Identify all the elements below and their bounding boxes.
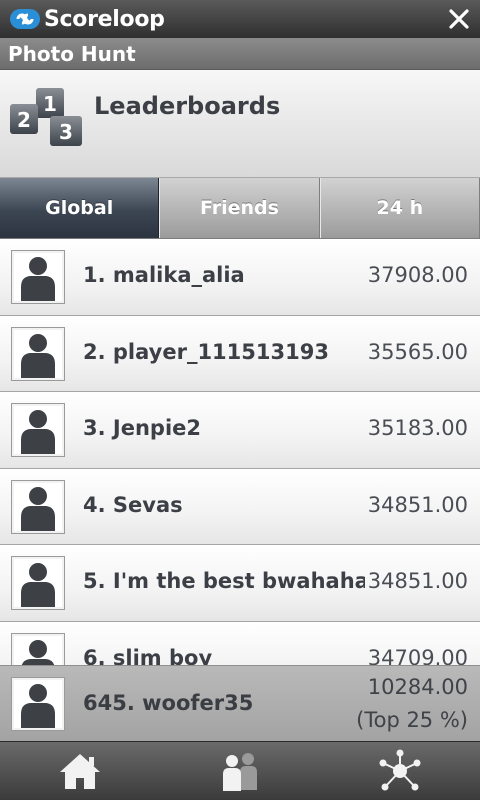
brand: Scoreloop (9, 7, 165, 32)
leaderboards-header: 1 2 3 Leaderboards (0, 70, 480, 178)
svg-text:2: 2 (17, 108, 31, 132)
network-button[interactable] (320, 742, 480, 800)
user-silhouette-icon (21, 333, 55, 378)
bottom-nav (0, 741, 480, 800)
player-score: 37908.00 (367, 263, 468, 287)
leaderboard-blocks-icon: 1 2 3 (10, 88, 82, 146)
avatar (11, 632, 65, 665)
close-icon (449, 9, 469, 29)
avatar (11, 403, 65, 457)
player-name: 3. Jenpie2 (83, 416, 201, 440)
home-button[interactable] (0, 742, 160, 800)
user-silhouette-icon (21, 684, 55, 728)
leaderboard-row[interactable]: 5. I'm the best bwahahaha 34851.00 (0, 545, 480, 622)
app-title-bar: Scoreloop (0, 0, 480, 38)
network-icon (379, 749, 421, 791)
tab-24h[interactable]: 24 h (319, 178, 480, 238)
player-name: 2. player_111513193 (83, 339, 329, 364)
my-score: 10284.00 (367, 675, 468, 699)
tab-global[interactable]: Global (0, 178, 160, 238)
my-percentile: (Top 25 %) (356, 708, 468, 732)
user-silhouette-icon (21, 486, 55, 531)
leaderboard-tabs: Global Friends 24 h (0, 178, 480, 239)
avatar (11, 250, 65, 304)
my-rank-bar[interactable]: 645. woofer35 10284.00 (Top 25 %) (0, 665, 480, 741)
avatar (11, 556, 65, 610)
game-name: Photo Hunt (8, 41, 136, 66)
player-score: 34709.00 (367, 645, 468, 666)
page-title: Leaderboards (94, 92, 281, 120)
friends-button[interactable] (160, 742, 320, 800)
my-player-name: 645. woofer35 (83, 691, 254, 715)
leaderboard-row[interactable]: 6. slim boy 34709.00 (0, 621, 480, 666)
player-name: 5. I'm the best bwahahaha (83, 569, 365, 593)
player-name: 6. slim boy (83, 645, 213, 666)
user-silhouette-icon (21, 639, 55, 665)
tab-friends[interactable]: Friends (159, 178, 320, 238)
game-name-bar: Photo Hunt (0, 38, 480, 70)
leaderboard-row[interactable]: 4. Sevas 34851.00 (0, 468, 480, 545)
leaderboard-row[interactable]: 2. player_111513193 35565.00 (0, 315, 480, 392)
avatar (11, 326, 65, 381)
user-silhouette-icon (21, 410, 55, 454)
avatar (11, 479, 65, 534)
leaderboard-list[interactable]: 1. malika_alia 37908.00 2. player_111513… (0, 239, 480, 665)
leaderboard-row[interactable]: 1. malika_alia 37908.00 (0, 239, 480, 316)
player-name: 1. malika_alia (83, 263, 245, 287)
player-score: 34851.00 (367, 569, 468, 593)
player-score: 35565.00 (367, 339, 468, 364)
player-score: 34851.00 (367, 492, 468, 517)
my-avatar (11, 677, 65, 731)
user-silhouette-icon (21, 563, 55, 607)
player-name: 4. Sevas (83, 492, 183, 517)
user-silhouette-icon (21, 257, 55, 301)
svg-text:1: 1 (43, 92, 57, 116)
player-score: 35183.00 (367, 416, 468, 440)
people-icon (223, 753, 257, 791)
leaderboard-row[interactable]: 3. Jenpie2 35183.00 (0, 392, 480, 469)
home-icon (60, 754, 100, 789)
close-button[interactable] (444, 4, 474, 34)
brand-name: Scoreloop (44, 6, 165, 32)
svg-text:3: 3 (59, 120, 73, 144)
scoreloop-logo-icon (10, 9, 40, 29)
